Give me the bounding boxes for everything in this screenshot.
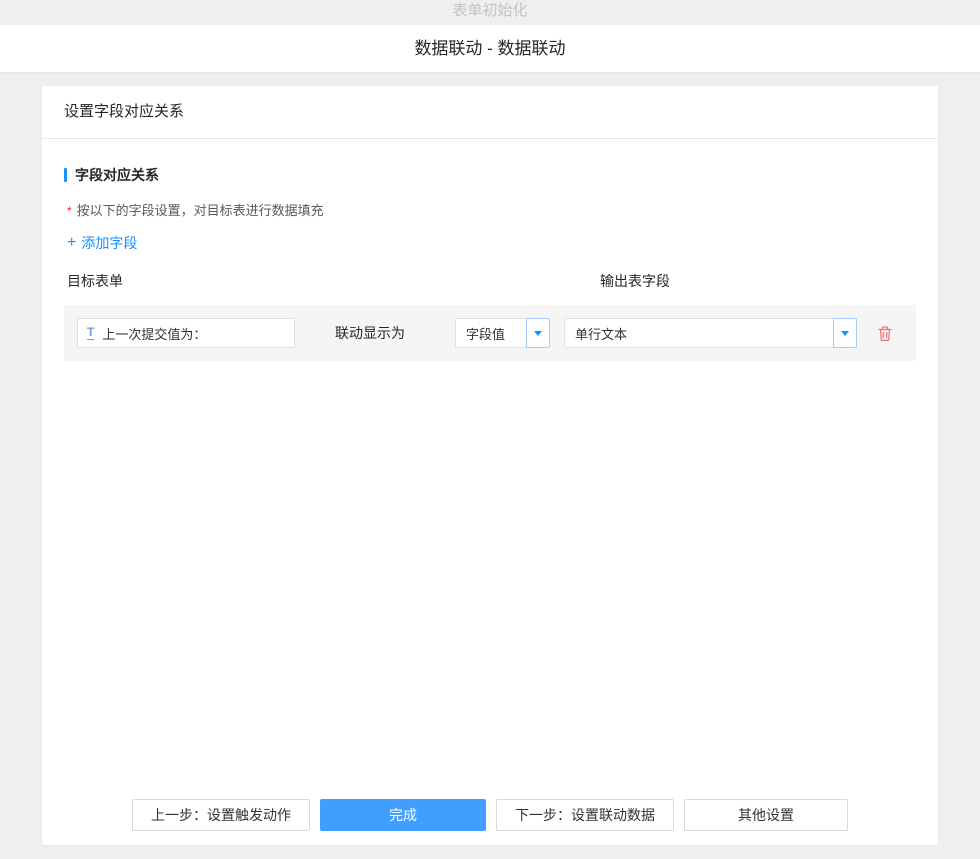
- target-field-input[interactable]: T 上一次提交值为：: [77, 318, 295, 348]
- plus-icon: +: [67, 235, 76, 251]
- add-field-button[interactable]: + 添加字段: [67, 233, 137, 253]
- target-field-value: 上一次提交值为：: [102, 324, 206, 343]
- table-column-headers: 目标表单 输出表字段: [64, 271, 916, 291]
- accent-bar: [64, 168, 67, 182]
- done-button[interactable]: 完成: [320, 799, 486, 831]
- hint-text: * 按以下的字段设置，对目标表进行数据填充: [64, 200, 916, 219]
- field-value-select-caret-button[interactable]: [526, 318, 550, 348]
- field-value-select-value: 字段值: [455, 318, 527, 348]
- output-field-select-caret-button[interactable]: [833, 318, 857, 348]
- delete-row-button[interactable]: [875, 323, 895, 343]
- output-field-select-value: 单行文本: [564, 318, 834, 348]
- relation-label: 联动显示为: [335, 323, 405, 343]
- panel-title: 设置字段对应关系: [64, 103, 184, 120]
- field-value-select[interactable]: 字段值: [455, 318, 550, 348]
- settings-panel: 设置字段对应关系 字段对应关系 * 按以下的字段设置，对目标表进行数据填充 + 添…: [42, 86, 938, 845]
- panel-header: 设置字段对应关系: [42, 86, 938, 139]
- panel-body: 字段对应关系 * 按以下的字段设置，对目标表进行数据填充 + 添加字段 目标表单 …: [42, 139, 938, 785]
- trash-icon: [877, 325, 893, 342]
- background-page-title: 表单初始化: [0, 0, 980, 25]
- modal-title: 数据联动 - 数据联动: [414, 39, 565, 58]
- column-target-form: 目标表单: [67, 273, 123, 289]
- output-field-select[interactable]: 单行文本: [564, 318, 857, 348]
- section-title-label: 字段对应关系: [75, 165, 159, 185]
- caret-down-icon: [534, 331, 542, 336]
- required-mark: *: [67, 204, 72, 218]
- add-field-label: 添加字段: [81, 233, 137, 253]
- prev-step-button[interactable]: 上一步：设置触发动作: [132, 799, 310, 831]
- modal-title-bar: 数据联动 - 数据联动: [0, 25, 980, 72]
- hint-label: 按以下的字段设置，对目标表进行数据填充: [77, 203, 324, 218]
- caret-down-icon: [841, 331, 849, 336]
- panel-footer: 上一步：设置触发动作 完成 下一步：设置联动数据 其他设置: [42, 785, 938, 845]
- next-step-button[interactable]: 下一步：设置联动数据: [496, 799, 674, 831]
- section-title: 字段对应关系: [64, 165, 916, 185]
- column-output-field: 输出表字段: [600, 271, 670, 291]
- field-mapping-row: T 上一次提交值为： 联动显示为 字段值 单行文本: [64, 305, 916, 361]
- other-settings-button[interactable]: 其他设置: [684, 799, 848, 831]
- text-type-icon: T: [87, 326, 94, 340]
